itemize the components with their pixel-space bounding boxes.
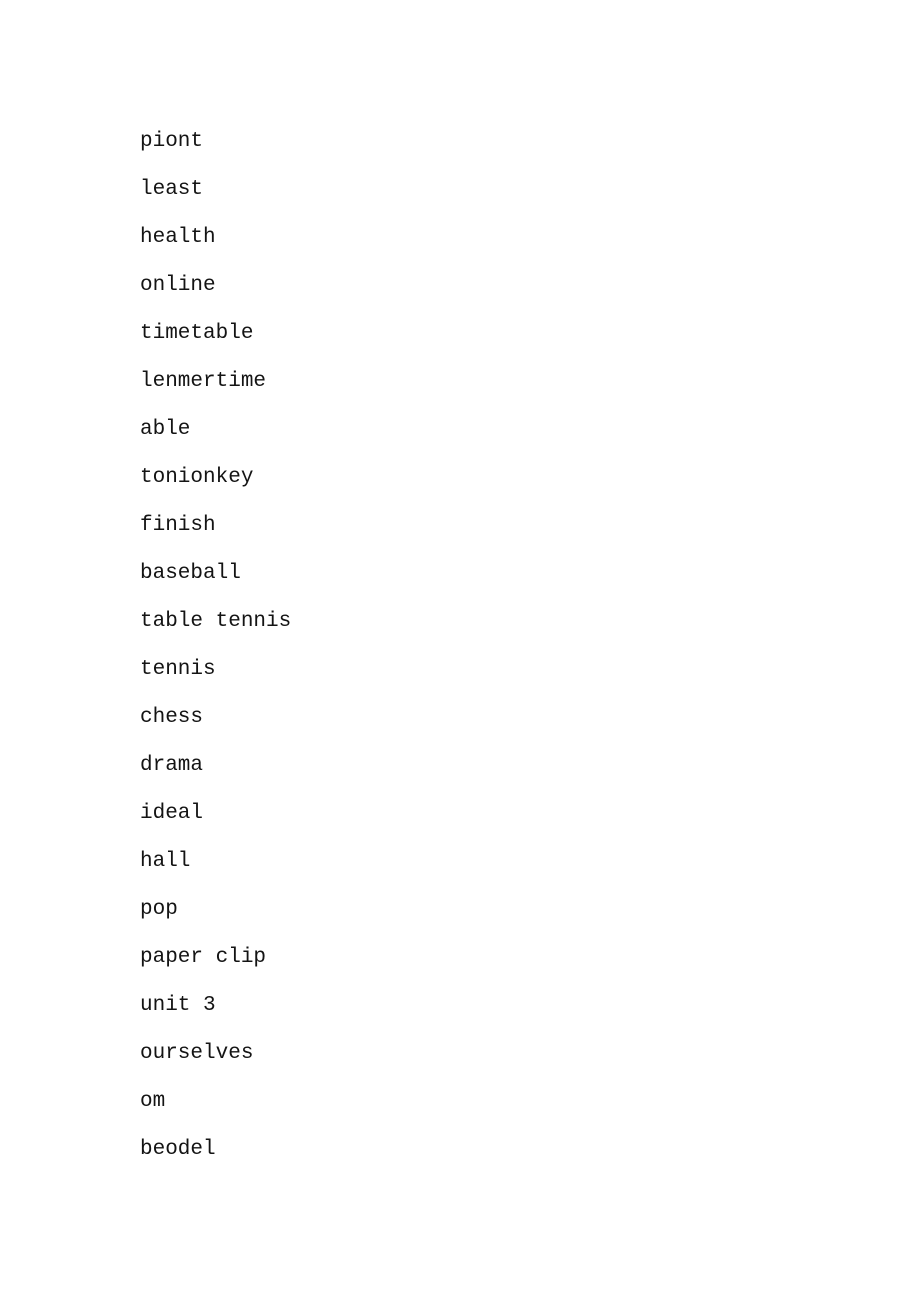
word-list-item: least: [140, 178, 204, 201]
word-list-item: able: [140, 418, 191, 441]
word-list-item: chess: [140, 706, 204, 729]
word-list-item: hall: [140, 850, 191, 873]
word-list-item: tonionkey: [140, 466, 254, 489]
word-list-item: table tennis: [140, 610, 292, 633]
word-list: piont least health online timetable lenm…: [140, 118, 840, 1174]
word-list-item: timetable: [140, 322, 254, 345]
word-list-item: baseball: [140, 562, 241, 585]
word-list-item: drama: [140, 754, 204, 777]
word-list-item: finish: [140, 514, 216, 537]
word-list-item: tennis: [140, 658, 216, 681]
word-list-item: unit 3: [140, 994, 216, 1017]
word-list-item: piont: [140, 130, 204, 153]
word-list-item: om: [140, 1090, 166, 1113]
document-page: piont least health online timetable lenm…: [0, 0, 920, 1302]
word-list-item: ideal: [140, 802, 204, 825]
word-list-item: online: [140, 274, 216, 297]
word-list-item: paper clip: [140, 946, 267, 969]
word-list-item: beodel: [140, 1138, 216, 1161]
word-list-item: lenmertime: [140, 370, 267, 393]
word-list-item: health: [140, 226, 216, 249]
word-list-item: pop: [140, 898, 178, 921]
word-list-item: ourselves: [140, 1042, 254, 1065]
